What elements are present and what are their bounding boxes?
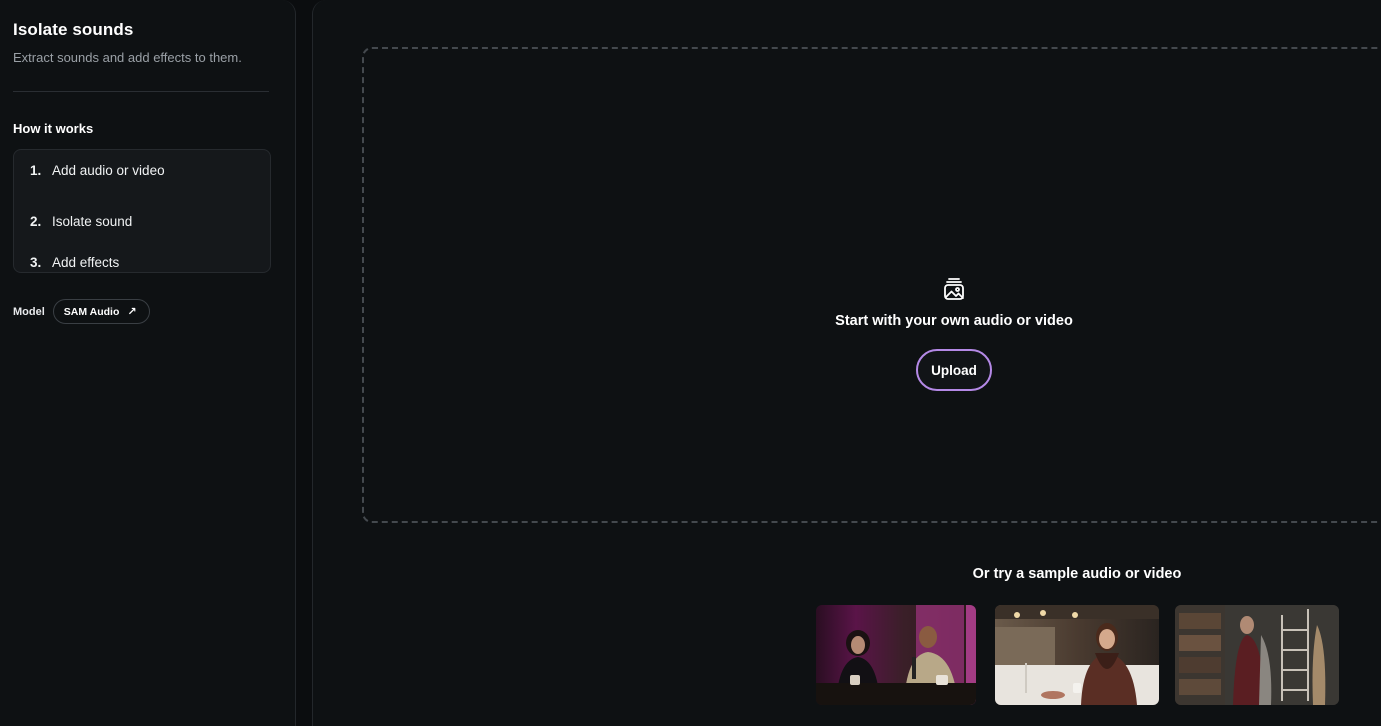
step-number: 2. [30, 214, 42, 229]
steps-list: 1. Add audio or video 2. Isolate sound 3… [13, 149, 271, 273]
page-subtitle: Extract sounds and add effects to them. [13, 50, 242, 65]
upload-button[interactable]: Upload [916, 349, 992, 391]
sample-thumbnail-closet[interactable] [1175, 605, 1339, 705]
dropzone-text: Start with your own audio or video [835, 313, 1073, 329]
step-number: 3. [30, 255, 42, 270]
how-it-works-heading: How it works [13, 121, 94, 136]
app-root: Isolate sounds Extract sounds and add ef… [0, 0, 1381, 726]
external-link-icon: ↗ [127, 306, 137, 318]
step-label: Isolate sound [52, 214, 133, 229]
sidebar: Isolate sounds Extract sounds and add ef… [0, 0, 296, 726]
step-add-effects: 3. Add effects [30, 242, 254, 283]
image-stack-icon [944, 278, 964, 300]
step-label: Add effects [52, 255, 120, 270]
model-row: Model SAM Audio ↗ [13, 299, 282, 324]
model-link-sam-audio[interactable]: SAM Audio ↗ [52, 299, 150, 324]
podcast-image [816, 605, 976, 705]
step-add-media: 1. Add audio or video [30, 160, 254, 180]
cafe-image [995, 605, 1159, 705]
step-isolate-sound: 2. Isolate sound [30, 201, 254, 242]
sample-thumbnail-podcast[interactable] [816, 605, 976, 705]
model-label: Model [13, 305, 45, 318]
page-title: Isolate sounds [13, 20, 134, 39]
main-panel: Start with your own audio or video Uploa… [312, 0, 1381, 726]
dropzone-content: Start with your own audio or video Uploa… [779, 277, 1129, 391]
sample-thumbnail-cafe[interactable] [995, 605, 1159, 705]
step-label: Add audio or video [52, 162, 165, 178]
closet-image [1175, 605, 1339, 705]
model-chip-label: SAM Audio [63, 305, 120, 318]
upload-dropzone[interactable]: Start with your own audio or video Uploa… [362, 47, 1381, 523]
sidebar-divider [13, 91, 269, 92]
step-number: 1. [30, 162, 42, 178]
sample-heading: Or try a sample audio or video [972, 566, 1182, 582]
